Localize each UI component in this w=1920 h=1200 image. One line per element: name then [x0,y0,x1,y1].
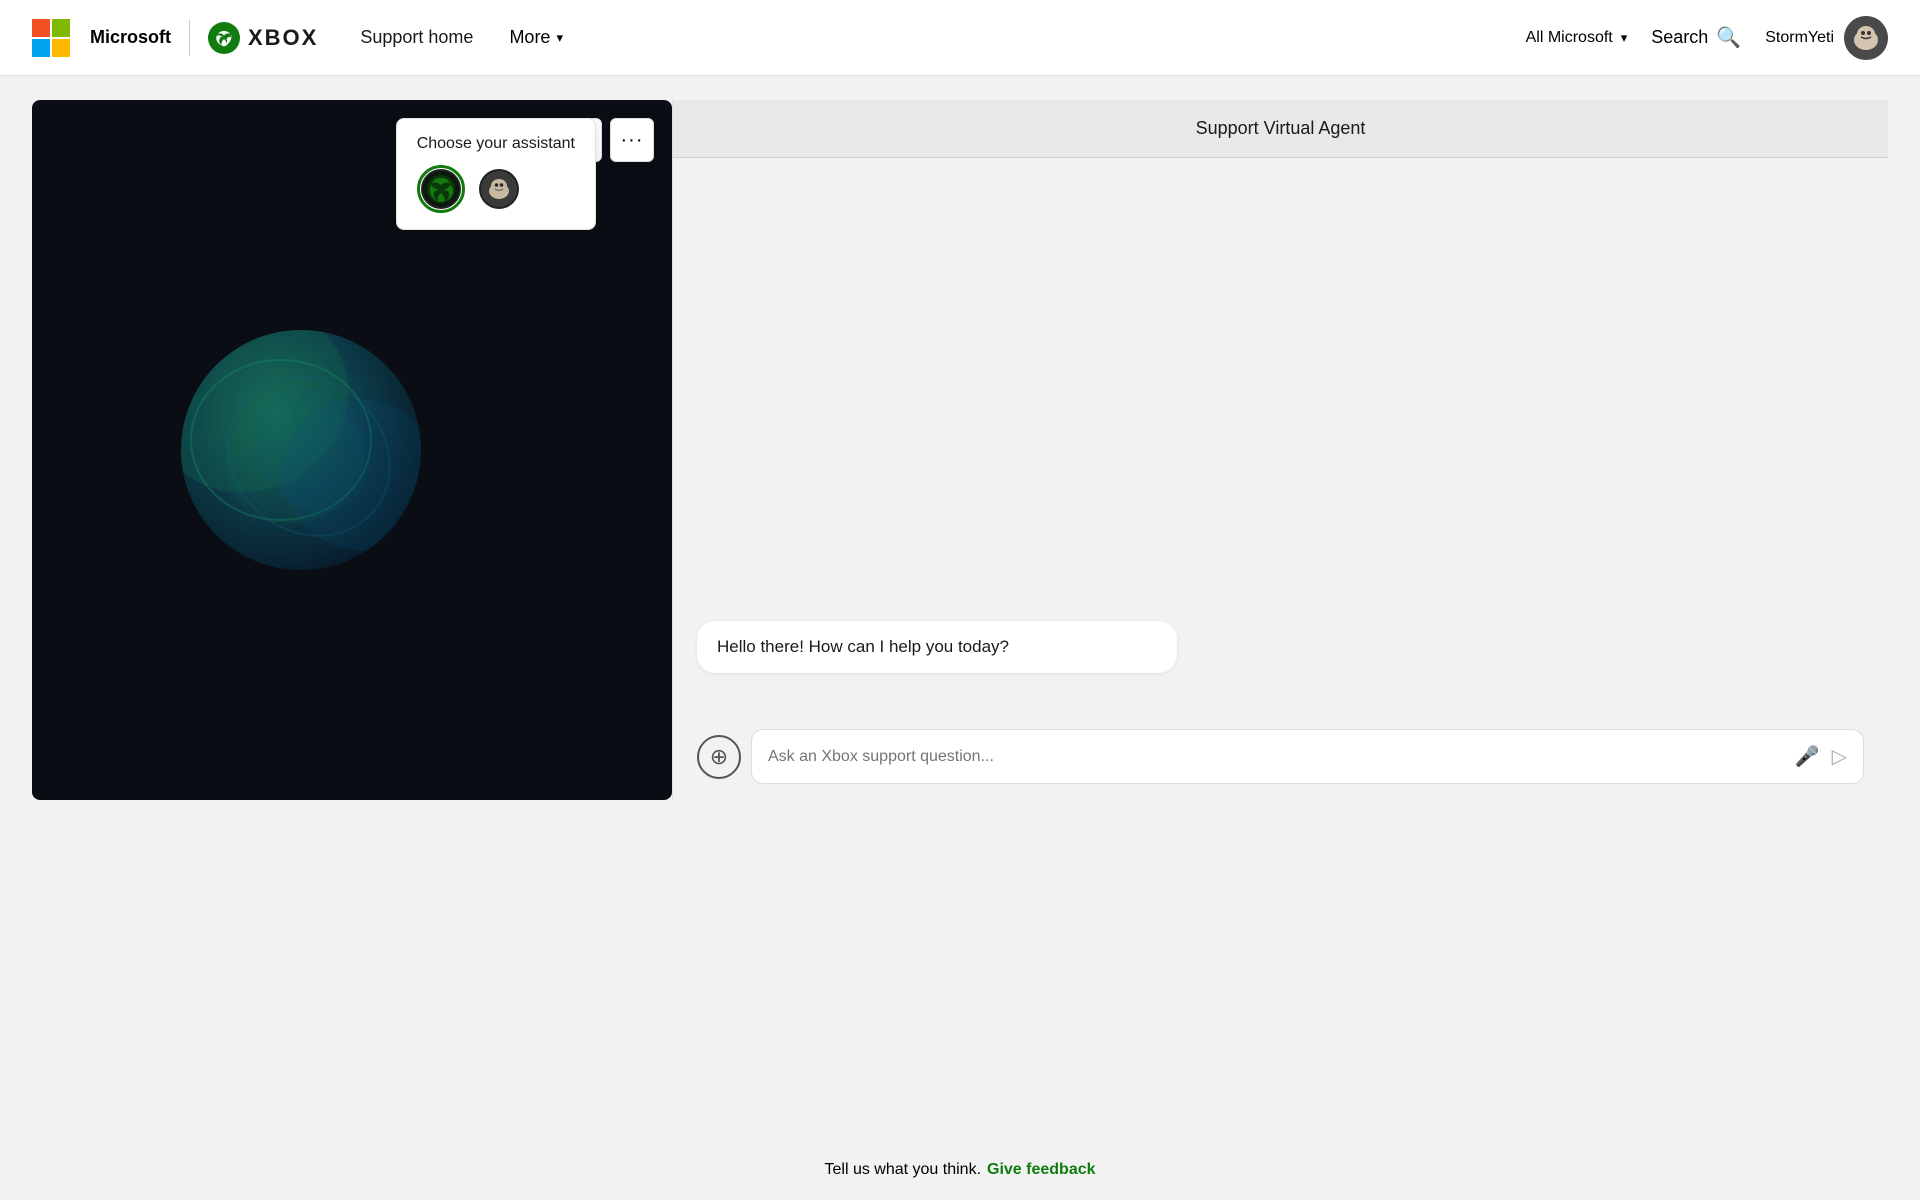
assistant-orb-container [181,330,421,570]
all-microsoft-label: All Microsoft [1526,29,1613,47]
right-panel: Support Virtual Agent Hello there! How c… [672,100,1888,800]
cortana-assistant-option[interactable] [475,165,523,213]
orb-svg [181,330,421,570]
microphone-button[interactable]: 🎤 [1795,744,1820,769]
assistant-popup: Choose your assistant [396,118,596,230]
microphone-icon: 🎤 [1795,746,1820,768]
ms-green-square [52,19,70,37]
main-content: ⊡ 🔊 ··· Choose your assistant [0,76,1920,1140]
all-microsoft-dropdown[interactable]: All Microsoft ▾ [1526,29,1628,47]
microsoft-logo[interactable] [32,19,70,57]
send-icon: ▷ [1832,746,1847,768]
give-feedback-link[interactable]: Give feedback [987,1161,1096,1179]
user-area[interactable]: StormYeti [1765,16,1888,60]
assistant-icons [417,165,575,213]
ms-yellow-square [52,39,70,57]
left-panel: ⊡ 🔊 ··· Choose your assistant [32,100,672,800]
ellipsis-icon: ··· [621,129,644,152]
header-divider [189,20,190,56]
footer: Tell us what you think. Give feedback [0,1140,1920,1200]
search-button[interactable]: Search 🔍 [1651,25,1741,50]
xbox-assistant-icon [421,169,461,209]
support-home-link[interactable]: Support home [346,19,487,56]
header-right: All Microsoft ▾ Search 🔍 StormYeti [1526,16,1888,60]
assistant-orb [181,330,421,570]
more-chevron-icon: ▾ [556,30,563,46]
send-button[interactable]: ▷ [1832,744,1847,769]
username-label: StormYeti [1765,29,1834,47]
avatar [1844,16,1888,60]
chat-header-title: Support Virtual Agent [1196,118,1366,138]
search-icon: 🔍 [1716,25,1741,50]
xbox-assistant-option[interactable] [417,165,465,213]
chat-input-area: ⊕ 🎤 ▷ [673,713,1888,800]
avatar-image [1844,16,1888,60]
all-microsoft-chevron-icon: ▾ [1621,30,1628,46]
more-options-button[interactable]: ··· [610,118,654,162]
microsoft-text: Microsoft [90,27,171,48]
more-label: More [509,27,550,48]
xbox-logo-icon [213,27,235,49]
header-nav: Support home More ▾ [346,19,577,56]
xbox-text-label: XBOX [248,25,318,51]
header: Microsoft XBOX Support home More ▾ [0,0,1920,76]
more-nav-item[interactable]: More ▾ [495,19,577,56]
xbox-logo-circle [208,22,240,54]
footer-text: Tell us what you think. [824,1161,981,1179]
chat-greeting-text: Hello there! How can I help you today? [717,637,1009,656]
header-left: Microsoft XBOX [32,19,318,57]
search-label: Search [1651,27,1708,48]
cortana-assistant-icon [479,169,519,209]
ms-red-square [32,19,50,37]
ms-blue-square [32,39,50,57]
xbox-brand[interactable]: XBOX [208,22,318,54]
assistant-popup-title: Choose your assistant [417,135,575,153]
chat-header: Support Virtual Agent [673,100,1888,158]
chat-input[interactable] [768,748,1783,766]
chat-body: Hello there! How can I help you today? [673,158,1888,713]
add-icon: ⊕ [710,744,728,770]
add-attachment-button[interactable]: ⊕ [697,735,741,779]
chat-input-box: 🎤 ▷ [751,729,1864,784]
chat-greeting-bubble: Hello there! How can I help you today? [697,621,1177,673]
